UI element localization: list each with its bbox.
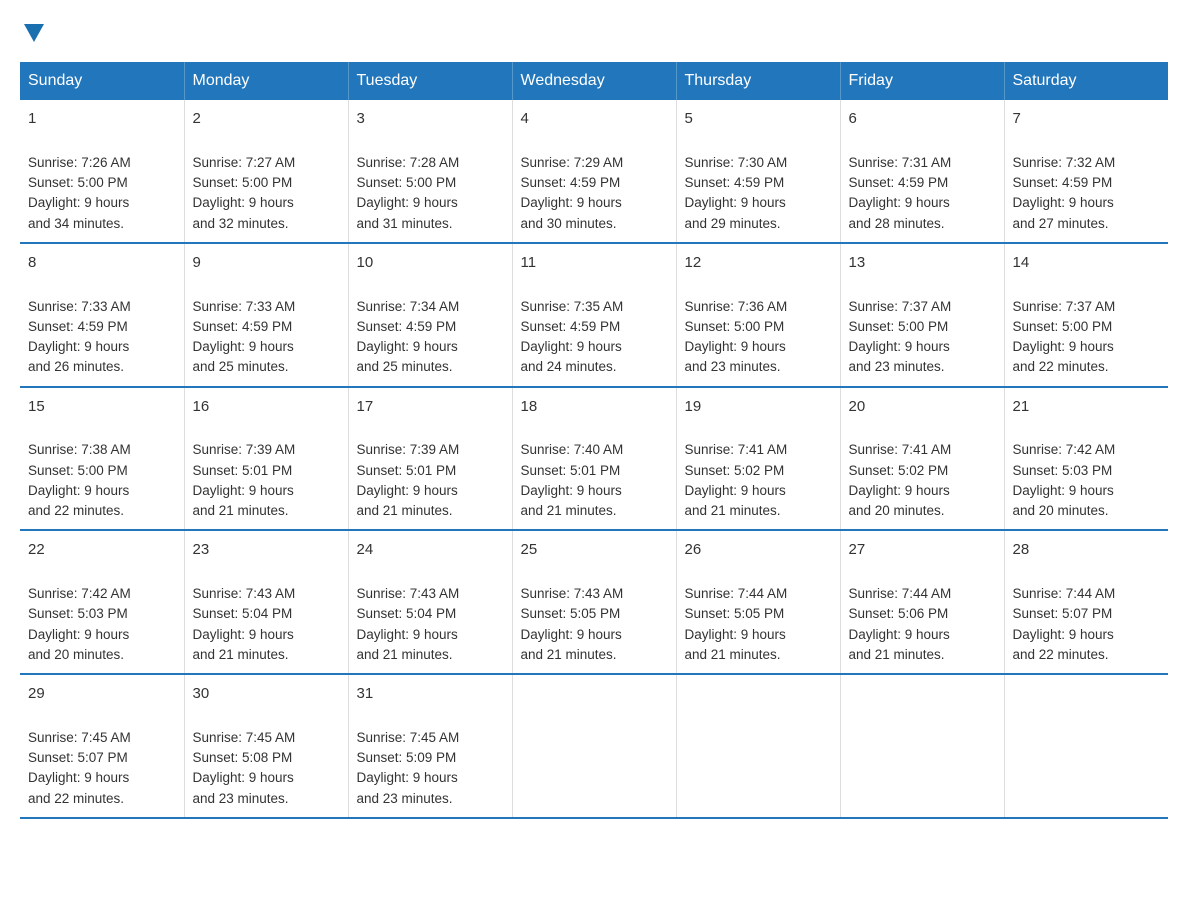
logo [20,20,44,42]
day-number: 16 [193,396,340,419]
day-number: 5 [685,108,832,131]
column-header-thursday: Thursday [676,62,840,100]
day-number: 20 [849,396,996,419]
calendar-day-cell: 2Sunrise: 7:27 AMSunset: 5:00 PMDaylight… [184,100,348,243]
calendar-day-cell: 16Sunrise: 7:39 AMSunset: 5:01 PMDayligh… [184,387,348,531]
calendar-day-cell: 6Sunrise: 7:31 AMSunset: 4:59 PMDaylight… [840,100,1004,243]
day-number: 13 [849,252,996,275]
calendar-day-cell: 24Sunrise: 7:43 AMSunset: 5:04 PMDayligh… [348,530,512,674]
calendar-day-cell: 11Sunrise: 7:35 AMSunset: 4:59 PMDayligh… [512,243,676,387]
calendar-day-cell: 15Sunrise: 7:38 AMSunset: 5:00 PMDayligh… [20,387,184,531]
calendar-day-cell [1004,674,1168,818]
column-header-saturday: Saturday [1004,62,1168,100]
calendar-day-cell: 3Sunrise: 7:28 AMSunset: 5:00 PMDaylight… [348,100,512,243]
calendar-table: SundayMondayTuesdayWednesdayThursdayFrid… [20,62,1168,819]
calendar-day-cell [512,674,676,818]
logo-triangle-icon [24,24,44,42]
calendar-day-cell: 10Sunrise: 7:34 AMSunset: 4:59 PMDayligh… [348,243,512,387]
day-number: 31 [357,683,504,706]
calendar-day-cell: 7Sunrise: 7:32 AMSunset: 4:59 PMDaylight… [1004,100,1168,243]
day-number: 14 [1013,252,1161,275]
day-number: 9 [193,252,340,275]
day-number: 1 [28,108,176,131]
day-number: 29 [28,683,176,706]
calendar-day-cell: 8Sunrise: 7:33 AMSunset: 4:59 PMDaylight… [20,243,184,387]
day-number: 11 [521,252,668,275]
day-number: 18 [521,396,668,419]
day-number: 26 [685,539,832,562]
calendar-day-cell: 17Sunrise: 7:39 AMSunset: 5:01 PMDayligh… [348,387,512,531]
day-number: 2 [193,108,340,131]
calendar-day-cell: 21Sunrise: 7:42 AMSunset: 5:03 PMDayligh… [1004,387,1168,531]
day-number: 25 [521,539,668,562]
calendar-day-cell: 28Sunrise: 7:44 AMSunset: 5:07 PMDayligh… [1004,530,1168,674]
column-header-friday: Friday [840,62,1004,100]
calendar-week-row: 15Sunrise: 7:38 AMSunset: 5:00 PMDayligh… [20,387,1168,531]
day-number: 17 [357,396,504,419]
day-number: 22 [28,539,176,562]
day-number: 30 [193,683,340,706]
calendar-day-cell: 12Sunrise: 7:36 AMSunset: 5:00 PMDayligh… [676,243,840,387]
column-header-tuesday: Tuesday [348,62,512,100]
calendar-header-row: SundayMondayTuesdayWednesdayThursdayFrid… [20,62,1168,100]
calendar-day-cell: 31Sunrise: 7:45 AMSunset: 5:09 PMDayligh… [348,674,512,818]
day-number: 4 [521,108,668,131]
column-header-sunday: Sunday [20,62,184,100]
calendar-day-cell: 1Sunrise: 7:26 AMSunset: 5:00 PMDaylight… [20,100,184,243]
calendar-day-cell: 27Sunrise: 7:44 AMSunset: 5:06 PMDayligh… [840,530,1004,674]
calendar-day-cell [676,674,840,818]
calendar-day-cell: 14Sunrise: 7:37 AMSunset: 5:00 PMDayligh… [1004,243,1168,387]
day-number: 10 [357,252,504,275]
calendar-day-cell: 4Sunrise: 7:29 AMSunset: 4:59 PMDaylight… [512,100,676,243]
day-number: 27 [849,539,996,562]
day-number: 15 [28,396,176,419]
calendar-day-cell: 13Sunrise: 7:37 AMSunset: 5:00 PMDayligh… [840,243,1004,387]
calendar-day-cell: 25Sunrise: 7:43 AMSunset: 5:05 PMDayligh… [512,530,676,674]
day-number: 24 [357,539,504,562]
day-number: 28 [1013,539,1161,562]
calendar-week-row: 1Sunrise: 7:26 AMSunset: 5:00 PMDaylight… [20,100,1168,243]
day-number: 12 [685,252,832,275]
day-number: 23 [193,539,340,562]
day-number: 21 [1013,396,1161,419]
page-header [20,20,1168,42]
calendar-day-cell: 20Sunrise: 7:41 AMSunset: 5:02 PMDayligh… [840,387,1004,531]
calendar-day-cell: 30Sunrise: 7:45 AMSunset: 5:08 PMDayligh… [184,674,348,818]
day-number: 7 [1013,108,1161,131]
day-number: 8 [28,252,176,275]
calendar-day-cell: 26Sunrise: 7:44 AMSunset: 5:05 PMDayligh… [676,530,840,674]
calendar-day-cell: 18Sunrise: 7:40 AMSunset: 5:01 PMDayligh… [512,387,676,531]
calendar-day-cell: 5Sunrise: 7:30 AMSunset: 4:59 PMDaylight… [676,100,840,243]
day-number: 3 [357,108,504,131]
calendar-day-cell: 9Sunrise: 7:33 AMSunset: 4:59 PMDaylight… [184,243,348,387]
day-number: 19 [685,396,832,419]
calendar-week-row: 29Sunrise: 7:45 AMSunset: 5:07 PMDayligh… [20,674,1168,818]
calendar-week-row: 22Sunrise: 7:42 AMSunset: 5:03 PMDayligh… [20,530,1168,674]
day-number: 6 [849,108,996,131]
calendar-day-cell [840,674,1004,818]
calendar-day-cell: 23Sunrise: 7:43 AMSunset: 5:04 PMDayligh… [184,530,348,674]
column-header-monday: Monday [184,62,348,100]
calendar-week-row: 8Sunrise: 7:33 AMSunset: 4:59 PMDaylight… [20,243,1168,387]
calendar-day-cell: 22Sunrise: 7:42 AMSunset: 5:03 PMDayligh… [20,530,184,674]
calendar-day-cell: 19Sunrise: 7:41 AMSunset: 5:02 PMDayligh… [676,387,840,531]
column-header-wednesday: Wednesday [512,62,676,100]
calendar-day-cell: 29Sunrise: 7:45 AMSunset: 5:07 PMDayligh… [20,674,184,818]
